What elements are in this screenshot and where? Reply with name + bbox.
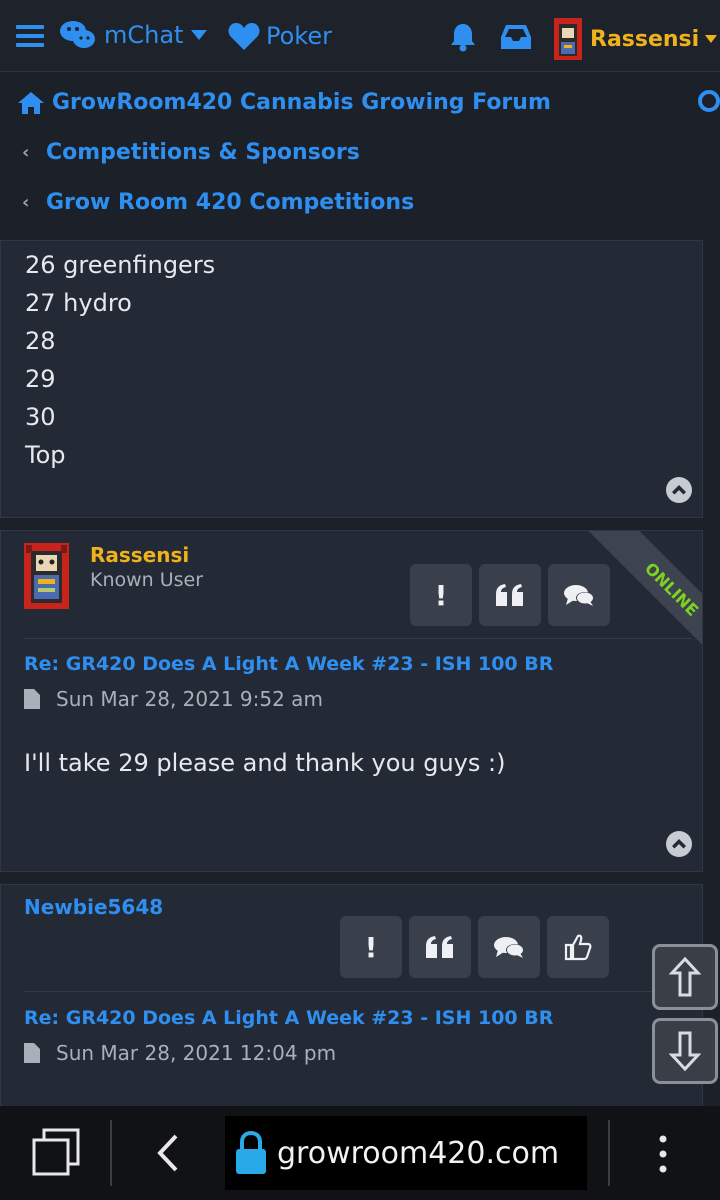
address-bar[interactable]: growroom420.com	[225, 1116, 587, 1190]
breadcrumb-home[interactable]: GrowRoom420 Cannabis Growing Forum	[18, 90, 551, 115]
poker-link[interactable]: Poker	[228, 22, 332, 50]
post-line: Top	[25, 441, 66, 469]
chevron-left-icon: ‹	[22, 142, 30, 163]
url-text: growroom420.com	[277, 1135, 560, 1171]
comments-button[interactable]	[478, 916, 540, 978]
browser-toolbar: growroom420.com	[0, 1106, 720, 1200]
post-date: Sun Mar 28, 2021 12:04 pm	[24, 1041, 336, 1065]
quote-button[interactable]	[479, 564, 541, 626]
post-actions: !	[410, 564, 610, 626]
report-button[interactable]: !	[410, 564, 472, 626]
post-line: 29	[25, 365, 56, 393]
heart-icon	[228, 23, 260, 50]
toolbar-divider	[608, 1120, 610, 1186]
exclamation-icon: !	[364, 930, 378, 964]
arrow-down-icon	[669, 1031, 701, 1072]
scroll-up-button[interactable]	[652, 944, 718, 1010]
post-panel: 26 greenfingers 27 hydro 28 29 30 Top	[0, 240, 703, 518]
toolbar-divider	[110, 1120, 112, 1186]
post-body: I'll take 29 please and thank you guys :…	[24, 749, 506, 777]
mchat-link[interactable]: mChat	[60, 20, 208, 50]
post-line: 28	[25, 327, 56, 355]
quote-icon	[426, 936, 453, 958]
quote-icon	[496, 584, 523, 606]
user-rank: Known User	[90, 569, 204, 591]
post-author[interactable]: Rassensi	[90, 543, 189, 567]
post-divider	[24, 991, 692, 992]
breadcrumb-label: Grow Room 420 Competitions	[46, 190, 415, 215]
chevron-up-icon	[672, 839, 686, 849]
inbox-icon[interactable]	[501, 24, 531, 50]
wechat-icon	[60, 21, 95, 48]
lock-icon	[236, 1130, 266, 1174]
file-icon	[24, 689, 40, 709]
post-date-text: Sun Mar 28, 2021 12:04 pm	[56, 1041, 337, 1065]
post-line: 26 greenfingers	[25, 251, 216, 279]
breadcrumb: GrowRoom420 Cannabis Growing Forum ‹ Com…	[0, 72, 720, 240]
avatar	[554, 18, 582, 60]
post-line: 30	[25, 403, 56, 431]
chevron-left-icon: ‹	[22, 192, 30, 213]
mchat-label: mChat	[104, 21, 184, 49]
back-to-top-button[interactable]	[666, 477, 692, 503]
scroll-down-button[interactable]	[652, 1018, 718, 1084]
comments-icon	[494, 937, 524, 958]
breadcrumb-label: GrowRoom420 Cannabis Growing Forum	[52, 90, 551, 115]
post-date: Sun Mar 28, 2021 9:52 am	[24, 687, 323, 711]
chevron-up-icon	[672, 485, 686, 495]
caret-down-icon	[705, 35, 718, 43]
avatar[interactable]	[24, 543, 69, 609]
breadcrumb-competitions-sponsors[interactable]: ‹ Competitions & Sponsors	[22, 140, 360, 165]
caret-down-icon	[191, 30, 208, 40]
post-title-link[interactable]: Re: GR420 Does A Light A Week #23 - ISH …	[24, 653, 553, 675]
bell-icon[interactable]	[449, 22, 477, 52]
tabs-icon[interactable]	[30, 1128, 82, 1178]
user-menu[interactable]: Rassensi	[554, 18, 718, 60]
post-panel: Newbie5648 ! Re: GR420 Does A Light A We…	[0, 884, 703, 1124]
home-icon	[18, 91, 44, 114]
post-line: 27 hydro	[25, 289, 132, 317]
post-date-text: Sun Mar 28, 2021 9:52 am	[56, 687, 323, 711]
thumbs-up-icon	[564, 934, 592, 961]
back-icon[interactable]	[152, 1132, 182, 1174]
post-title-link[interactable]: Re: GR420 Does A Light A Week #23 - ISH …	[24, 1007, 553, 1029]
quote-button[interactable]	[409, 916, 471, 978]
top-navbar: mChat Poker Rassensi	[0, 0, 720, 72]
back-to-top-button[interactable]	[666, 831, 692, 857]
comments-icon	[564, 585, 594, 606]
arrow-up-icon	[669, 956, 701, 997]
file-icon	[24, 1043, 40, 1063]
report-button[interactable]: !	[340, 916, 402, 978]
like-button[interactable]	[547, 916, 609, 978]
menu-icon[interactable]	[16, 24, 44, 48]
more-options-icon[interactable]	[656, 1134, 670, 1174]
post-panel: Rassensi Known User ONLINE ! Re: GR420 D…	[0, 530, 703, 872]
exclamation-icon: !	[434, 578, 448, 612]
post-author[interactable]: Newbie5648	[24, 895, 163, 919]
post-divider	[24, 638, 692, 639]
username: Rassensi	[590, 26, 700, 52]
breadcrumb-grow-room-competitions[interactable]: ‹ Grow Room 420 Competitions	[22, 190, 414, 215]
poker-label: Poker	[266, 22, 332, 50]
breadcrumb-label: Competitions & Sponsors	[46, 140, 360, 165]
search-icon[interactable]	[696, 90, 720, 120]
post-actions: !	[340, 916, 609, 978]
comments-button[interactable]	[548, 564, 610, 626]
